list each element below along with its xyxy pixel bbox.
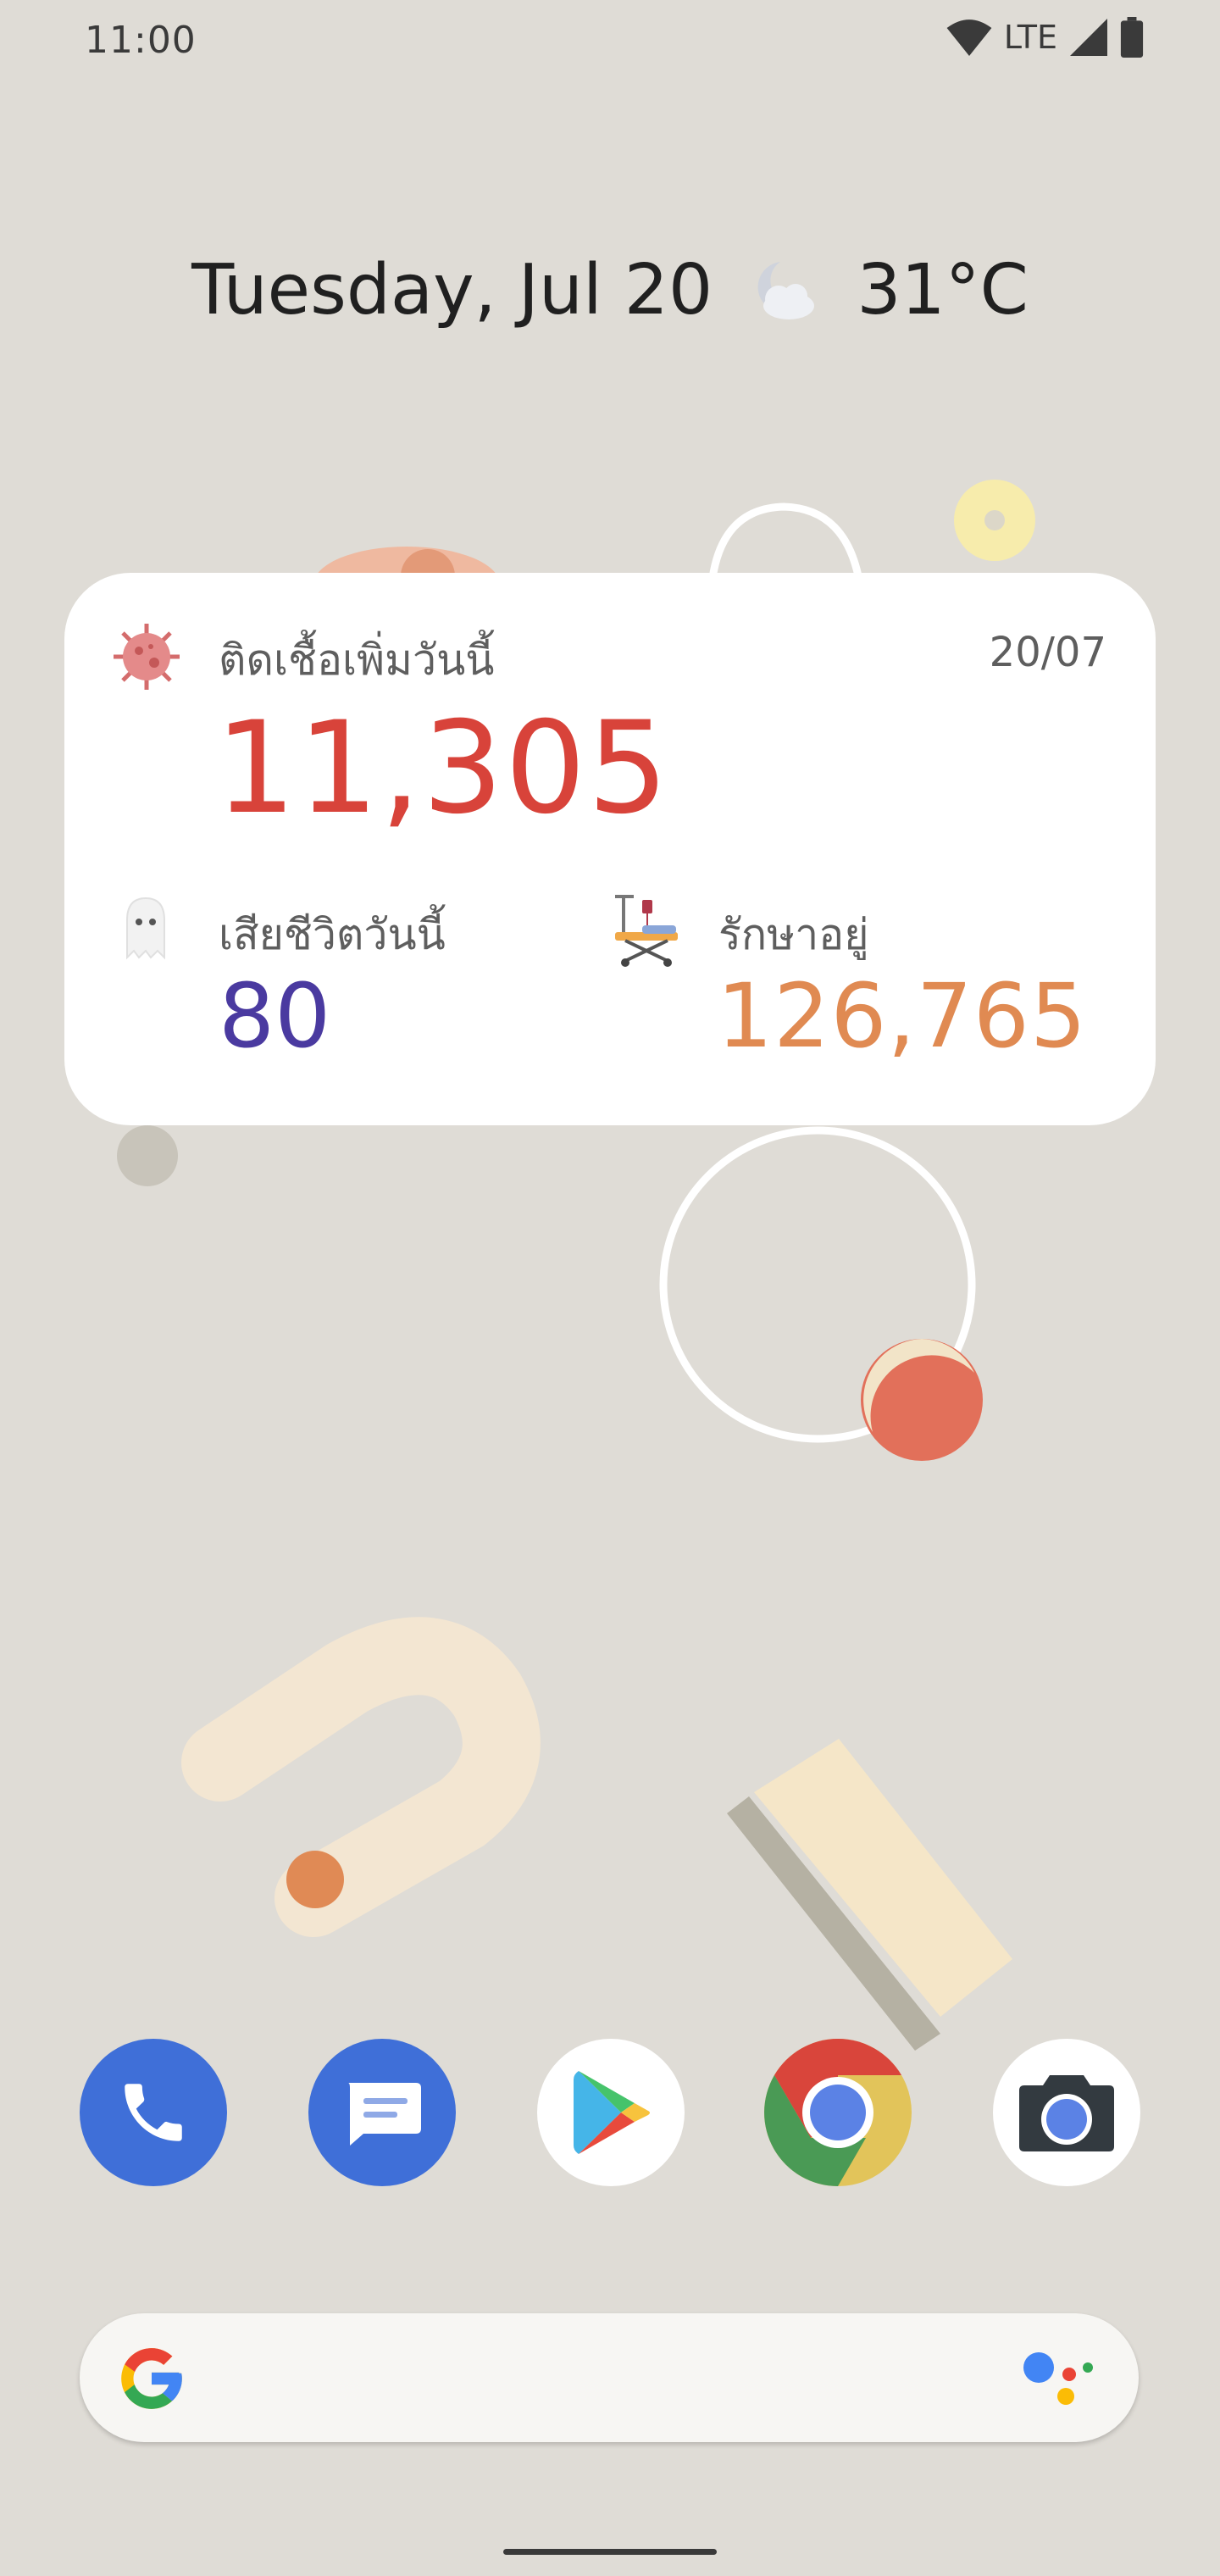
deaths-value: 80 bbox=[219, 964, 331, 1068]
battery-icon bbox=[1120, 17, 1144, 58]
status-time: 11:00 bbox=[85, 19, 197, 62]
google-search-bar[interactable] bbox=[80, 2313, 1139, 2442]
temperature-text[interactable]: 31°C bbox=[857, 250, 1029, 330]
date-text[interactable]: Tuesday, Jul 20 bbox=[191, 250, 713, 330]
date-weather-line[interactable]: Tuesday, Jul 20 31°C bbox=[0, 246, 1220, 330]
google-g-icon[interactable] bbox=[115, 2342, 188, 2415]
moon-cloud-icon bbox=[757, 261, 815, 319]
deaths-label: เสียชีวิตวันนี้ bbox=[219, 910, 446, 959]
play-store-icon bbox=[574, 2071, 650, 2154]
treating-label: รักษาอยู่ bbox=[718, 910, 869, 959]
messages-icon bbox=[348, 2083, 421, 2146]
wallpaper-shapes bbox=[117, 480, 1035, 2051]
hospital-bed-icon bbox=[615, 895, 678, 967]
treating-value: 126,765 bbox=[717, 964, 1088, 1068]
ghost-icon bbox=[126, 897, 165, 960]
new-cases-value: 11,305 bbox=[215, 695, 670, 842]
gesture-nav-bar[interactable] bbox=[503, 2549, 717, 2555]
phone-icon bbox=[125, 2084, 182, 2141]
phone-app[interactable] bbox=[80, 2039, 227, 2186]
status-icons: LTE bbox=[946, 17, 1144, 58]
virus-icon bbox=[114, 624, 180, 690]
wifi-icon bbox=[946, 19, 992, 56]
camera-app[interactable] bbox=[993, 2039, 1140, 2186]
chrome-icon bbox=[764, 2039, 912, 2186]
messages-app[interactable] bbox=[308, 2039, 456, 2186]
network-type: LTE bbox=[1003, 19, 1057, 56]
assistant-icon[interactable] bbox=[1020, 2346, 1096, 2413]
chrome-app[interactable] bbox=[764, 2039, 912, 2186]
play-store-app[interactable] bbox=[537, 2039, 685, 2186]
camera-icon bbox=[1019, 2075, 1114, 2151]
widget-date: 20/07 bbox=[989, 629, 1106, 676]
new-cases-label: ติดเชื้อเพิ่มวันนี้ bbox=[219, 636, 495, 685]
signal-icon bbox=[1070, 19, 1107, 56]
